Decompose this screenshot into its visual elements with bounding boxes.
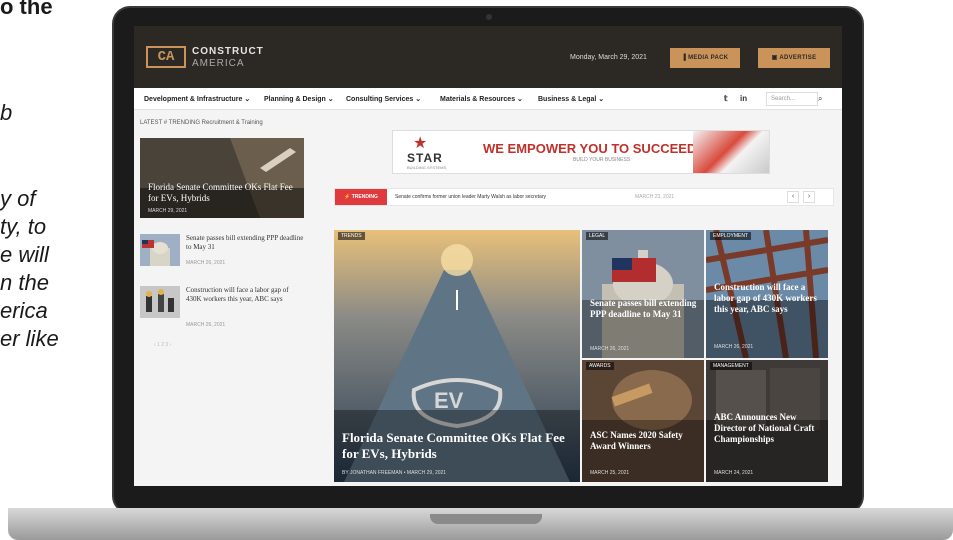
sidebar: LATEST # TRENDING Recruitment & Training… xyxy=(140,118,310,358)
laptop-notch xyxy=(430,514,542,524)
trending-prev-button[interactable]: ‹ xyxy=(787,191,799,203)
trending-bar: ⚡ TRENDING Senate confirms former union … xyxy=(334,188,834,206)
camera-icon xyxy=(486,14,492,20)
featured-tile-management[interactable]: MANAGEMENT ABC Announces New Director of… xyxy=(706,360,828,482)
media-pack-button[interactable]: ▐ MEDIA PACK xyxy=(670,48,740,68)
ad-tagline: WE EMPOWER YOU TO SUCCEED. xyxy=(483,141,700,156)
tile-title[interactable]: ABC Announces New Director of National C… xyxy=(714,412,822,444)
page: o the b y of ty, to e will n the erica e… xyxy=(0,0,953,540)
trending-headline[interactable]: Senate confirms former union leader Mart… xyxy=(395,194,546,200)
tile-meta: MARCH 26, 2021 xyxy=(590,346,630,352)
worker-image xyxy=(582,360,704,482)
twitter-icon[interactable]: 𝕥 xyxy=(724,94,728,103)
left-text-line: y of xyxy=(0,186,36,211)
list-item-title[interactable]: Construction will face a labor gap of 43… xyxy=(186,286,304,304)
tile-category[interactable]: MANAGEMENT xyxy=(710,362,752,370)
sidebar-pager[interactable]: ‹ 1 2 3 › xyxy=(154,342,171,348)
trending-next-button[interactable]: › xyxy=(803,191,815,203)
featured-tile-main[interactable]: EV TRENDS Florida Senate Committee OKs F… xyxy=(334,230,580,482)
list-item-title[interactable]: Senate passes bill extending PPP deadlin… xyxy=(186,234,304,252)
left-text-line: er like xyxy=(0,326,59,351)
tile-title[interactable]: ASC Names 2020 Safety Award Winners xyxy=(590,430,690,452)
left-text-top: o the xyxy=(0,0,53,19)
tile-category[interactable]: AWARDS xyxy=(586,362,614,370)
star-icon: ★ xyxy=(413,135,428,152)
nav-item-business[interactable]: Business & Legal ⌄ xyxy=(538,95,604,103)
ad-image xyxy=(693,131,769,173)
ad-subtagline: BUILD YOUR BUSINESS xyxy=(573,157,631,163)
trending-date: MARCH 23, 2021 xyxy=(635,194,675,200)
laptop-base xyxy=(8,508,953,540)
ad-brand: STAR xyxy=(407,151,443,165)
advertise-button[interactable]: ▣ ADVERTISE xyxy=(758,48,830,68)
tile-meta: BY JONATHAN FREEMAN • MARCH 29, 2021 xyxy=(342,470,447,476)
nav-item-planning[interactable]: Planning & Design ⌄ xyxy=(264,95,334,103)
left-text-line: ty, to xyxy=(0,214,47,239)
featured-tile-labor[interactable]: EMPLOYMENT Construction will face a labo… xyxy=(706,230,828,358)
tile-meta: MARCH 24, 2021 xyxy=(714,470,754,476)
nav-item-consulting[interactable]: Consulting Services ⌄ xyxy=(346,95,421,103)
header-date: Monday, March 29, 2021 xyxy=(570,54,647,61)
feature-image xyxy=(140,138,304,218)
sidebar-feature-title[interactable]: Florida Senate Committee OKs Flat Fee fo… xyxy=(148,182,298,204)
nav-item-materials[interactable]: Materials & Resources ⌄ xyxy=(440,95,523,103)
site-header: CA CONSTRUCT AMERICA Monday, March 29, 2… xyxy=(134,26,842,88)
list-item-date: MARCH 26, 2021 xyxy=(186,322,226,328)
tile-meta: MARCH 26, 2021 xyxy=(714,344,754,350)
tile-title[interactable]: Senate passes bill extending PPP deadlin… xyxy=(590,298,698,320)
advertise-label: ADVERTISE xyxy=(779,55,817,61)
linkedin-icon[interactable]: in xyxy=(740,94,747,103)
list-item[interactable]: Senate passes bill extending PPP deadlin… xyxy=(140,234,308,284)
tile-category[interactable]: EMPLOYMENT xyxy=(710,232,752,240)
capitol-thumbnail xyxy=(140,234,180,266)
trending-badge: ⚡ TRENDING xyxy=(335,189,387,205)
featured-tile-ppp[interactable]: LEGAL Senate passes bill extending PPP d… xyxy=(582,230,704,358)
main-nav: Development & Infrastructure ⌄ Planning … xyxy=(134,88,842,110)
left-text-line: erica xyxy=(0,298,48,323)
search-input[interactable]: Search... xyxy=(766,92,818,106)
tile-category[interactable]: LEGAL xyxy=(586,232,609,240)
sidebar-tabs[interactable]: LATEST # TRENDING Recruitment & Training xyxy=(140,120,263,126)
site-logo-subtext[interactable]: AMERICA xyxy=(192,58,245,69)
tile-title[interactable]: Construction will face a labor gap of 43… xyxy=(714,282,822,314)
left-side-text: o the b y of ty, to e will n the erica e… xyxy=(0,0,110,420)
tile-meta: MARCH 25, 2021 xyxy=(590,470,630,476)
sidebar-feature-card[interactable]: Florida Senate Committee OKs Flat Fee fo… xyxy=(140,138,304,218)
ad-brand-sub: BUILDING SYSTEMS xyxy=(407,165,447,170)
sidebar-feature-date: MARCH 29, 2021 xyxy=(148,208,188,214)
site-logo-text[interactable]: CONSTRUCT xyxy=(192,46,264,57)
ad-banner[interactable]: ★ STAR BUILDING SYSTEMS WE EMPOWER YOU T… xyxy=(392,130,770,174)
left-text-line: b xyxy=(0,100,13,125)
svg-text:EV: EV xyxy=(434,388,464,413)
media-pack-label: MEDIA PACK xyxy=(688,55,729,61)
site-logo-mark[interactable]: CA xyxy=(146,46,186,68)
capitol-image xyxy=(582,230,704,358)
list-item[interactable]: Construction will face a labor gap of 43… xyxy=(140,286,308,336)
tile-title[interactable]: Florida Senate Committee OKs Flat Fee fo… xyxy=(342,430,572,461)
featured-tile-awards[interactable]: AWARDS ASC Names 2020 Safety Award Winne… xyxy=(582,360,704,482)
construction-thumbnail xyxy=(140,286,180,318)
tile-category[interactable]: TRENDS xyxy=(338,232,365,240)
main-content: ★ STAR BUILDING SYSTEMS WE EMPOWER YOU T… xyxy=(334,118,834,486)
search-icon[interactable]: ⌕ xyxy=(818,94,822,104)
left-text-line: n the xyxy=(0,270,49,295)
list-item-date: MARCH 26, 2021 xyxy=(186,260,226,266)
laptop-screen: CA CONSTRUCT AMERICA Monday, March 29, 2… xyxy=(134,26,842,486)
left-text-line: e will xyxy=(0,242,49,267)
nav-item-development[interactable]: Development & Infrastructure ⌄ xyxy=(144,95,250,103)
